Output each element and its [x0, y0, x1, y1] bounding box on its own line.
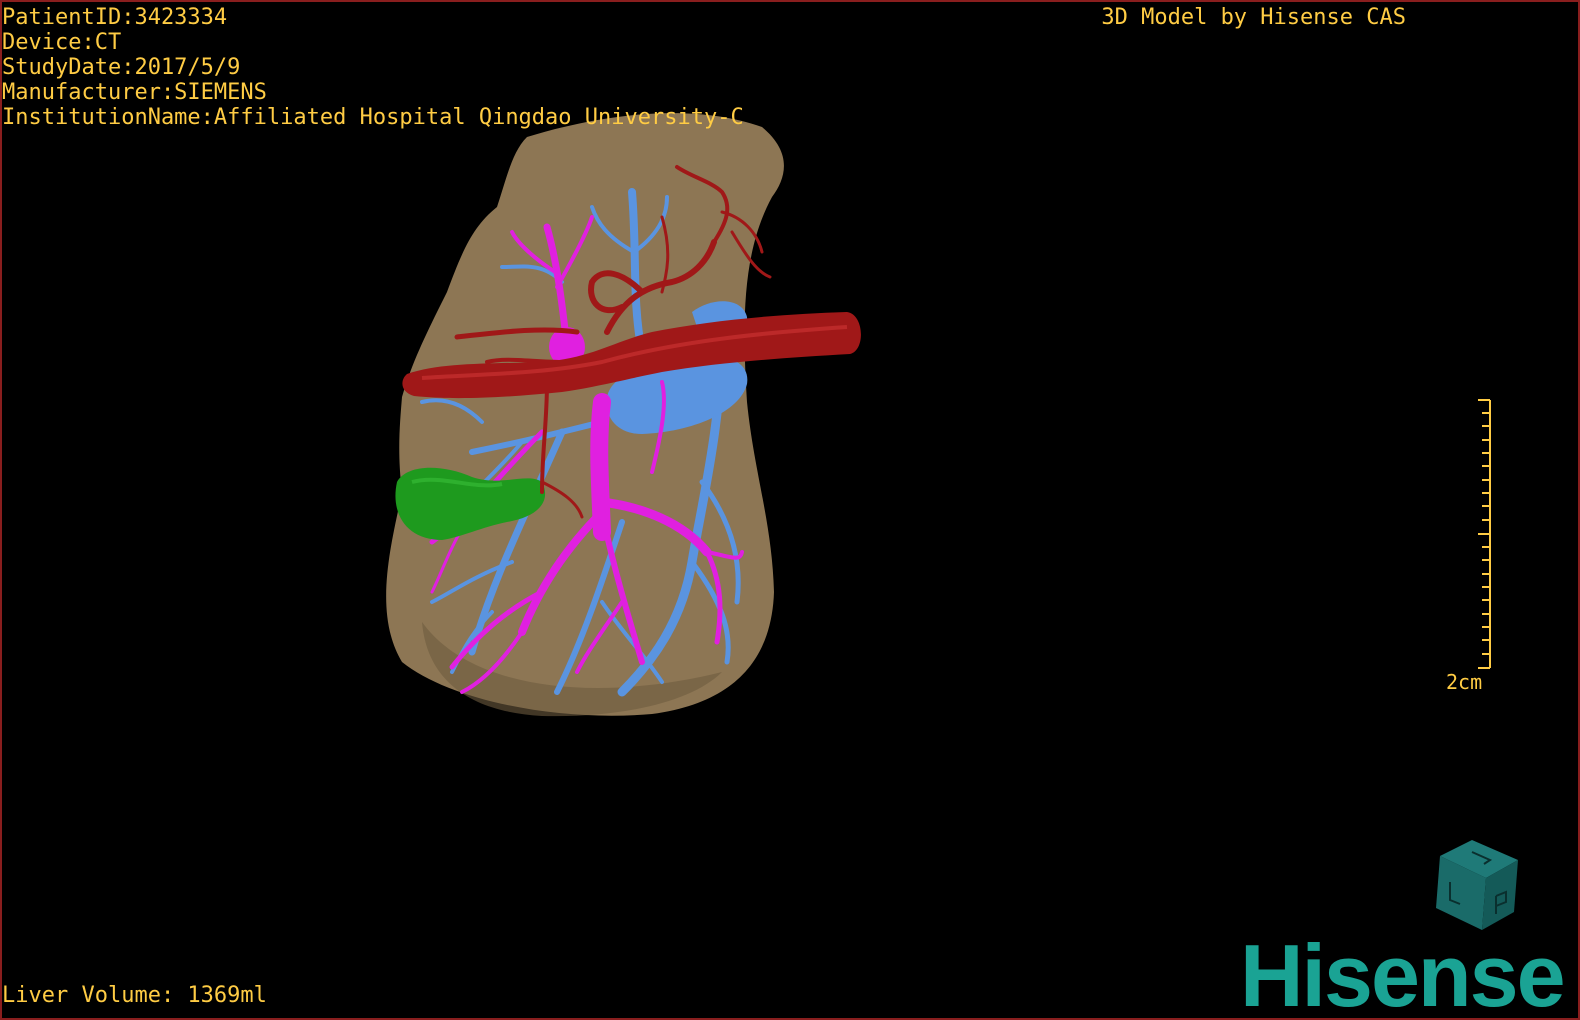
- study-date: StudyDate:2017/5/9: [2, 55, 241, 80]
- dicom-metadata: PatientID:3423334 Device:CT StudyDate:20…: [2, 5, 744, 130]
- manufacturer: Manufacturer:SIEMENS: [2, 80, 267, 105]
- hisense-logo: Hisense: [1240, 926, 1566, 1020]
- ruler-icon: [1478, 399, 1491, 669]
- model-credit: 3D Model by Hisense CAS: [1101, 5, 1406, 30]
- liver-3d-model[interactable]: [2, 2, 1578, 1018]
- liver-volume: Liver Volume: 1369ml: [2, 983, 267, 1008]
- 3d-viewport[interactable]: PatientID:3423334 Device:CT StudyDate:20…: [0, 0, 1580, 1020]
- device: Device:CT: [2, 30, 122, 55]
- scale-label: 2cm: [1446, 670, 1483, 694]
- patient-id: PatientID:3423334: [2, 5, 228, 30]
- institution-name: InstitutionName:Affiliated Hospital Qing…: [2, 105, 744, 130]
